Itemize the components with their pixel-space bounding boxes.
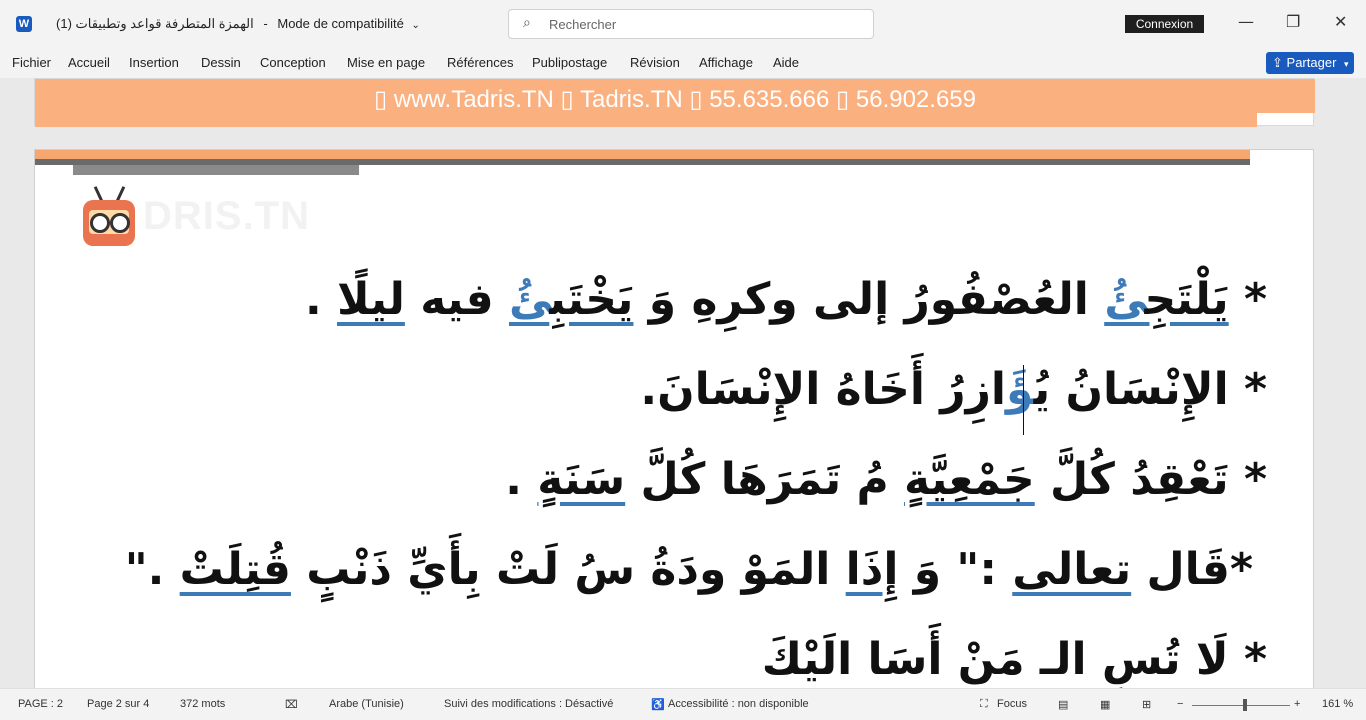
status-page-count[interactable]: Page 2 sur 4 — [87, 698, 149, 710]
title-separator: - — [263, 16, 268, 31]
tab-mise-en-page[interactable]: Mise en page — [347, 55, 425, 70]
search-placeholder: Rechercher — [549, 17, 617, 32]
bullet-asterisk: * — [1228, 454, 1267, 505]
banner-background-lower — [35, 113, 1257, 127]
arabic-text-run: المَوْ ودَةُ سُ لَتْ بِأَيِّ ذَنْبٍ — [290, 544, 846, 595]
arabic-text-run: جَمْعِيَّةٍ — [904, 454, 1035, 505]
zoom-out-button[interactable]: − — [1177, 698, 1183, 710]
tab-insertion[interactable]: Insertion — [129, 55, 179, 70]
tab-dessin[interactable]: Dessin — [201, 55, 241, 70]
arabic-text-run: ازِرُ أَخَاهُ الإِنْسَانَ. — [640, 364, 1006, 415]
search-box[interactable]: ⌕ Rechercher — [508, 9, 874, 39]
document-name: الهمزة المتطرفة قواعد وتطبيقات (1) — [56, 16, 254, 31]
bullet-asterisk: * — [1228, 274, 1267, 325]
status-focus[interactable]: Focus — [997, 698, 1027, 710]
page-grey-tab — [73, 165, 359, 175]
arabic-text-run: سَنَةٍ — [537, 454, 626, 505]
tadris-logo — [81, 186, 139, 254]
accessibility-icon[interactable]: ♿ — [651, 698, 665, 711]
arabic-line-3[interactable]: * تَعْقِدُ كُلَّ جَمْعِيَّةٍ مُ تَمَرَهَ… — [505, 454, 1267, 505]
arabic-text-run: . — [304, 274, 337, 325]
arabic-text-run: فيه — [404, 274, 509, 325]
status-language[interactable]: Arabe (Tunisie) — [329, 698, 404, 710]
word-app-icon[interactable]: W — [16, 16, 32, 32]
banner-contact-text: ▯ www.Tadris.TN ▯ Tadris.TN ▯ 55.635.666… — [373, 86, 976, 113]
arabic-text-run: ." — [124, 544, 180, 595]
page-orange-stripe — [35, 150, 1250, 159]
chevron-down-icon: ⌄ — [411, 20, 420, 31]
status-bar: PAGE : 2 Page 2 sur 4 372 mots ⌧ Arabe (… — [0, 688, 1366, 720]
status-page-number[interactable]: PAGE : 2 — [18, 698, 63, 710]
bullet-asterisk: * — [1228, 364, 1267, 415]
share-icon: ⇪ — [1272, 55, 1283, 70]
arabic-text-run: تعالى — [1012, 544, 1132, 595]
arabic-line-5[interactable]: * لَا تُسِ الـ مَنْ أَسَا الَيْكَ — [762, 634, 1267, 685]
share-button[interactable]: ⇪ Partager ▾ — [1266, 52, 1354, 74]
arabic-text-run: . — [505, 454, 538, 505]
share-label: Partager — [1286, 55, 1337, 70]
arabic-text-run: ؤَ — [1006, 364, 1034, 415]
proofing-icon[interactable]: ⌧ — [285, 698, 298, 711]
tab-aide[interactable]: Aide — [773, 55, 799, 70]
arabic-text-run: يَلْتَجِ — [1144, 274, 1229, 325]
arabic-line-2[interactable]: * الإِنْسَانُ يُؤَازِرُ أَخَاهُ الإِنْسَ… — [640, 364, 1267, 415]
status-accessibility[interactable]: Accessibilité : non disponible — [668, 698, 809, 710]
tab-accueil[interactable]: Accueil — [68, 55, 110, 70]
zoom-slider-thumb[interactable] — [1243, 699, 1247, 711]
tab-references[interactable]: Références — [447, 55, 513, 70]
tab-fichier[interactable]: Fichier — [12, 55, 51, 70]
arabic-text-run: تَعْقِدُ كُلَّ — [1034, 454, 1229, 505]
arabic-line-1[interactable]: * يَلْتَجِئُ العُصْفُورُ إلى وكرِهِ وَ ي… — [305, 274, 1267, 325]
document-title[interactable]: الهمزة المتطرفة قواعد وتطبيقات (1) - Mod… — [56, 16, 420, 32]
arabic-line-4[interactable]: *قَال تعالى :" وَ إِذَا المَوْ ودَةُ سُ … — [125, 544, 1253, 595]
maximize-icon[interactable]: ❐ — [1286, 12, 1300, 31]
tab-conception[interactable]: Conception — [260, 55, 326, 70]
arabic-text-run: قَال — [1131, 544, 1230, 595]
search-icon: ⌕ — [523, 15, 531, 31]
compatibility-mode: Mode de compatibilité — [277, 16, 404, 31]
bullet-asterisk: * — [1229, 544, 1253, 595]
page-header-banner: ▯ www.Tadris.TN ▯ Tadris.TN ▯ 55.635.666… — [34, 78, 1315, 127]
arabic-text-run: ليلًا — [336, 274, 405, 325]
web-layout-icon[interactable]: ⊞ — [1142, 698, 1151, 711]
arabic-text-run: العُصْفُورُ إلى وكرِهِ وَ — [633, 274, 1105, 325]
arabic-text-run: يُ — [1033, 364, 1051, 415]
arabic-text-run: مُ تَمَرَهَا كُلَّ — [625, 454, 905, 505]
ribbon-tabs: Fichier Accueil Insertion Dessin Concept… — [0, 48, 1366, 78]
arabic-text-run: الإِنْسَانُ — [1050, 364, 1229, 415]
tab-publipostage[interactable]: Publipostage — [532, 55, 607, 70]
focus-icon[interactable]: ⛶ — [980, 698, 988, 711]
status-track-changes[interactable]: Suivi des modifications : Désactivé — [444, 698, 613, 710]
document-page[interactable]: DRIS.TN * يَلْتَجِئُ العُصْفُورُ إلى وكر… — [34, 149, 1314, 694]
print-layout-icon[interactable]: ▦ — [1100, 698, 1110, 711]
arabic-text-run: :" وَ — [898, 544, 1013, 595]
read-mode-icon[interactable]: ▤ — [1058, 698, 1068, 711]
tadris-watermark: DRIS.TN — [143, 194, 310, 238]
tab-affichage[interactable]: Affichage — [699, 55, 753, 70]
chevron-down-icon: ▾ — [1344, 59, 1349, 69]
arabic-text-run: قُتِلَتْ — [179, 544, 291, 595]
zoom-in-button[interactable]: + — [1294, 698, 1300, 710]
arabic-text-run: ئُ — [1104, 274, 1145, 325]
bullet-asterisk: * — [1228, 634, 1267, 685]
signin-button[interactable]: Connexion — [1125, 15, 1204, 33]
tab-revision[interactable]: Révision — [630, 55, 680, 70]
arabic-text-run: لَا تُسِ الـ مَنْ أَسَا الَيْكَ — [761, 634, 1229, 685]
status-word-count[interactable]: 372 mots — [180, 698, 225, 710]
minimize-icon[interactable]: — — [1238, 12, 1254, 31]
arabic-text-run: يَخْتَبِ — [549, 274, 634, 325]
arabic-text-run: ئُ — [508, 274, 550, 325]
zoom-slider-track[interactable] — [1192, 705, 1290, 706]
status-zoom-level[interactable]: 161 % — [1322, 698, 1353, 710]
arabic-text-run: إِذَا — [845, 544, 899, 595]
text-cursor — [1023, 365, 1024, 435]
close-icon[interactable]: ✕ — [1334, 12, 1347, 31]
title-bar: W الهمزة المتطرفة قواعد وتطبيقات (1) - M… — [0, 0, 1366, 48]
